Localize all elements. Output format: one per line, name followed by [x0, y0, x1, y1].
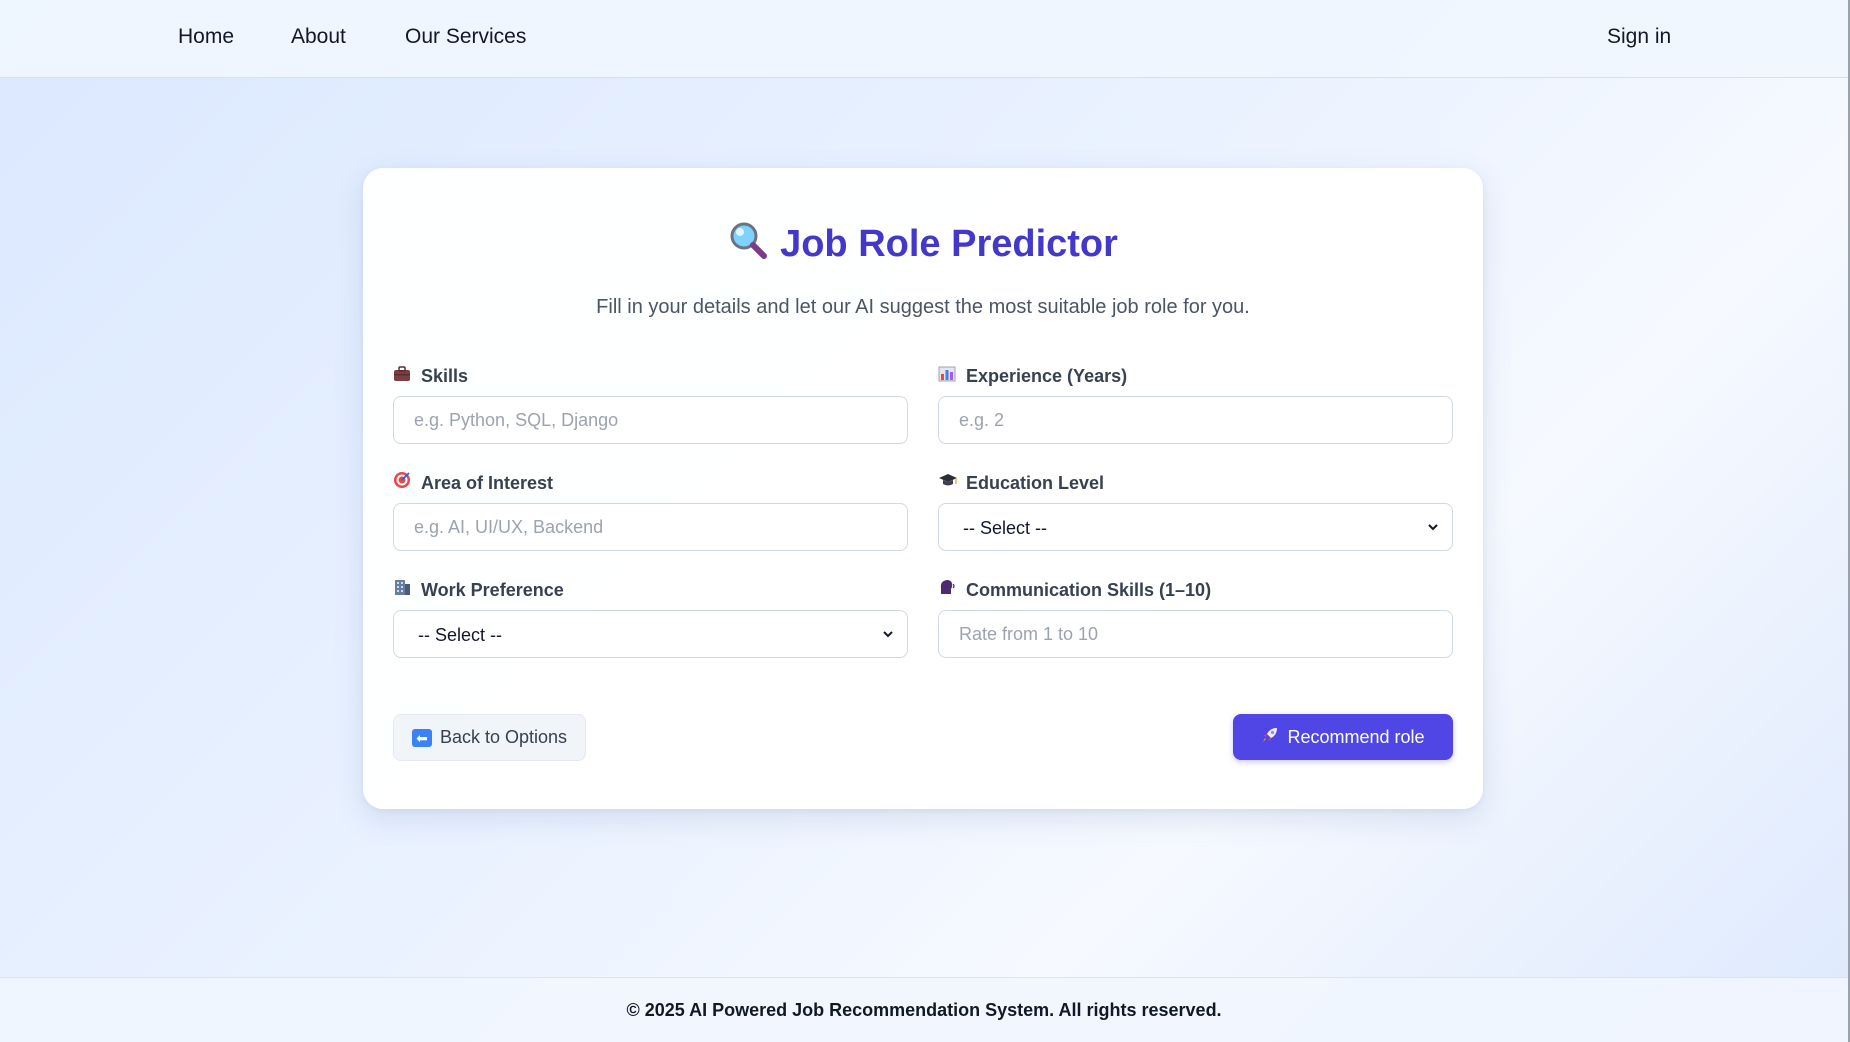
magnifier-icon [728, 220, 768, 263]
graduation-cap-icon [938, 473, 960, 497]
nav-services-link[interactable]: Our Services [405, 25, 526, 49]
work-label-text: Work Preference [421, 580, 564, 600]
skills-field: Skills [393, 364, 908, 444]
communication-input[interactable] [938, 610, 1453, 658]
back-to-options-button[interactable]: ⬅ Back to Options [393, 714, 586, 761]
experience-field: Experience (Years) [938, 364, 1453, 444]
office-building-icon [393, 578, 415, 604]
experience-label: Experience (Years) [938, 364, 1453, 388]
recommend-button-label: Recommend role [1287, 726, 1425, 747]
experience-input[interactable] [938, 396, 1453, 444]
communication-field: Communication Skills (1–10) [938, 578, 1453, 658]
work-label: Work Preference [393, 578, 908, 602]
back-button-label: Back to Options [439, 727, 568, 747]
skills-label: Skills [393, 364, 908, 388]
work-select-wrap: -- Select -- [393, 610, 908, 658]
predictor-card: Job Role Predictor Fill in your details … [363, 168, 1483, 809]
communication-label-text: Communication Skills (1–10) [966, 580, 1212, 600]
work-field: Work Preference -- Select -- [393, 578, 908, 658]
left-arrow-icon: ⬅ [411, 728, 432, 747]
nav-home-link[interactable]: Home [178, 25, 234, 49]
page-title: Job Role Predictor [363, 220, 1483, 266]
experience-label-text: Experience (Years) [966, 366, 1128, 386]
bar-chart-icon [938, 366, 960, 390]
education-field: Education Level -- Select -- [938, 471, 1453, 551]
nav-signin-link[interactable]: Sign in [1607, 25, 1671, 49]
recommend-role-button[interactable]: Recommend role [1233, 714, 1453, 760]
skills-input[interactable] [393, 396, 908, 444]
nav-about-link[interactable]: About [291, 25, 346, 49]
title-text: Job Role Predictor [780, 223, 1118, 265]
speaking-head-icon [938, 578, 960, 604]
education-select-wrap: -- Select -- [938, 503, 1453, 551]
page: Home About Our Services Sign in Job Role… [0, 0, 1850, 1042]
communication-label: Communication Skills (1–10) [938, 578, 1453, 602]
interest-label-text: Area of Interest [421, 473, 554, 493]
interest-field: Area of Interest [393, 471, 908, 551]
top-navbar: Home About Our Services Sign in [0, 0, 1848, 78]
education-label: Education Level [938, 471, 1453, 495]
rocket-icon [1261, 726, 1279, 749]
education-label-text: Education Level [966, 473, 1105, 493]
page-subtitle: Fill in your details and let our AI sugg… [596, 296, 1250, 318]
education-select[interactable]: -- Select -- [938, 503, 1453, 551]
interest-input[interactable] [393, 503, 908, 551]
briefcase-icon [393, 366, 415, 390]
target-icon [393, 471, 415, 497]
footer-copyright: © 2025 AI Powered Job Recommendation Sys… [626, 1000, 1222, 1020]
work-select[interactable]: -- Select -- [393, 610, 908, 658]
footer: © 2025 AI Powered Job Recommendation Sys… [0, 977, 1848, 1042]
interest-label: Area of Interest [393, 471, 908, 495]
skills-label-text: Skills [421, 366, 469, 386]
